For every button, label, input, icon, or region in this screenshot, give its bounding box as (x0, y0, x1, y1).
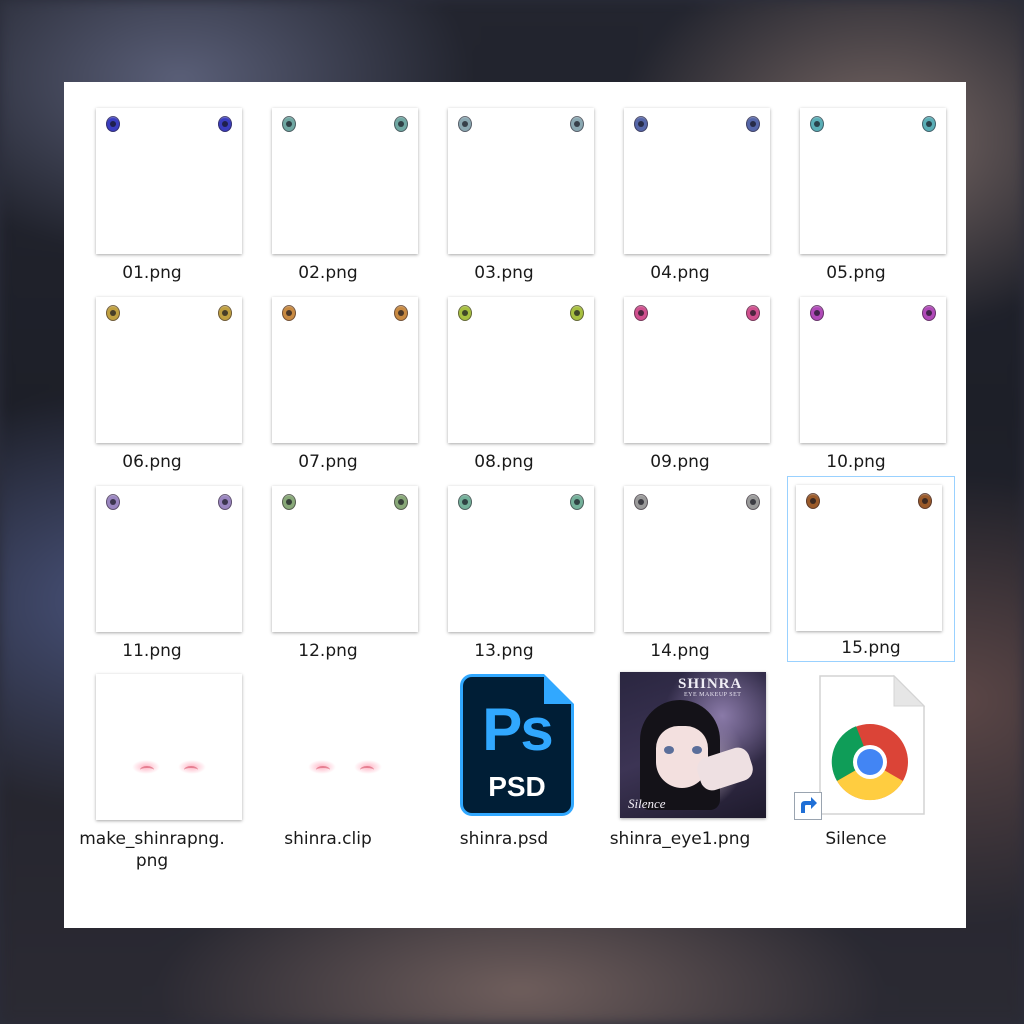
eye-icon (458, 494, 472, 510)
cover-title: SHINRA (678, 676, 743, 692)
file-06-png[interactable]: 06.png (68, 275, 242, 472)
thumbnail (448, 108, 594, 254)
thumbnail (624, 297, 770, 443)
file-name: shinra.clip (284, 829, 372, 849)
cover-subtitle: EYE MAKEUP SET (684, 692, 742, 698)
shortcut-arrow-icon (794, 792, 822, 820)
file-03-png[interactable]: 03.png (420, 86, 594, 283)
eye-icon (394, 116, 408, 132)
eye-icon (282, 494, 296, 510)
file-name: Silence (825, 829, 887, 849)
eye-icon (218, 494, 232, 510)
eye-icon (106, 116, 120, 132)
eye-icon (394, 494, 408, 510)
file-make-shinrapng-png[interactable]: make_shinrapng. png (68, 652, 242, 882)
ps-logo-text: Ps (482, 696, 553, 763)
thumbnail (448, 486, 594, 632)
eye-icon (634, 494, 648, 510)
eye-icon (570, 305, 584, 321)
photoshop-icon: Ps PSD (460, 674, 574, 816)
thumbnail (272, 297, 418, 443)
thumbnail (800, 108, 946, 254)
chrome-icon (819, 674, 926, 815)
eye-line-mark (140, 766, 154, 774)
eye-icon (570, 494, 584, 510)
file-09-png[interactable]: 09.png (596, 275, 770, 472)
thumbnail (96, 486, 242, 632)
thumbnail (448, 297, 594, 443)
thumbnail (96, 674, 242, 820)
cover-eye (692, 746, 702, 754)
eye-icon (106, 494, 120, 510)
eye-icon (106, 305, 120, 321)
eye-icon (458, 305, 472, 321)
file-10-png[interactable]: 10.png (772, 275, 946, 472)
thumbnail (796, 485, 942, 631)
file-07-png[interactable]: 07.png (244, 275, 418, 472)
file-04-png[interactable]: 04.png (596, 86, 770, 283)
file-12-png[interactable]: 12.png (244, 464, 418, 661)
eye-icon (634, 305, 648, 321)
file-05-png[interactable]: 05.png (772, 86, 946, 283)
thumbnail (624, 108, 770, 254)
eye-icon (218, 305, 232, 321)
psd-extension-text: PSD (488, 771, 546, 802)
eye-icon (810, 116, 824, 132)
file-11-png[interactable]: 11.png (68, 464, 242, 661)
file-name: shinra.psd (459, 829, 549, 849)
eye-icon (746, 305, 760, 321)
thumbnail (272, 674, 418, 820)
eye-icon (806, 493, 820, 509)
eye-line-mark (184, 766, 198, 774)
file-name-line-2: png (135, 851, 169, 871)
thumbnail (96, 108, 242, 254)
eye-icon (634, 116, 648, 132)
file-name-line-1: make_shinrapng. (79, 829, 225, 849)
eye-icon (810, 305, 824, 321)
file-shinra-clip[interactable]: shinra.clip (244, 652, 418, 882)
eye-icon (458, 116, 472, 132)
thumbnail (272, 486, 418, 632)
eye-icon (746, 494, 760, 510)
eye-icon (922, 305, 936, 321)
eye-icon (282, 116, 296, 132)
file-name: shinra_eye1.png (609, 829, 751, 849)
file-13-png[interactable]: 13.png (420, 464, 594, 661)
file-shinra-psd[interactable]: Ps PSD shinra.psd (420, 652, 588, 882)
file-name: 10.png (826, 452, 886, 472)
shortcut-silence[interactable]: Silence (772, 652, 940, 882)
file-15-png[interactable]: 15.png (787, 476, 955, 662)
eye-icon (746, 116, 760, 132)
eye-line-mark (316, 766, 330, 774)
eye-line-mark (360, 766, 374, 774)
file-14-png[interactable]: 14.png (596, 464, 770, 661)
eye-icon (918, 493, 932, 509)
cover-eye (664, 746, 674, 754)
eye-icon (922, 116, 936, 132)
eye-icon (282, 305, 296, 321)
thumbnail (96, 297, 242, 443)
file-01-png[interactable]: 01.png (68, 86, 242, 283)
eye-icon (218, 116, 232, 132)
eye-icon (394, 305, 408, 321)
file-08-png[interactable]: 08.png (420, 275, 594, 472)
cover-signature: Silence (628, 796, 666, 811)
file-shinra-eye1-png[interactable]: SHINRA EYE MAKEUP SET Silence shinra_eye… (596, 652, 766, 882)
eye-icon (570, 116, 584, 132)
file-name: make_shinrapng. png (68, 828, 236, 872)
cover-thumbnail: SHINRA EYE MAKEUP SET Silence (620, 672, 766, 818)
thumbnail (624, 486, 770, 632)
thumbnail (800, 297, 946, 443)
thumbnail (272, 108, 418, 254)
file-02-png[interactable]: 02.png (244, 86, 418, 283)
file-explorer-view: 01.png 02.png 03.png 04.png 05.png 06.pn… (64, 82, 966, 928)
